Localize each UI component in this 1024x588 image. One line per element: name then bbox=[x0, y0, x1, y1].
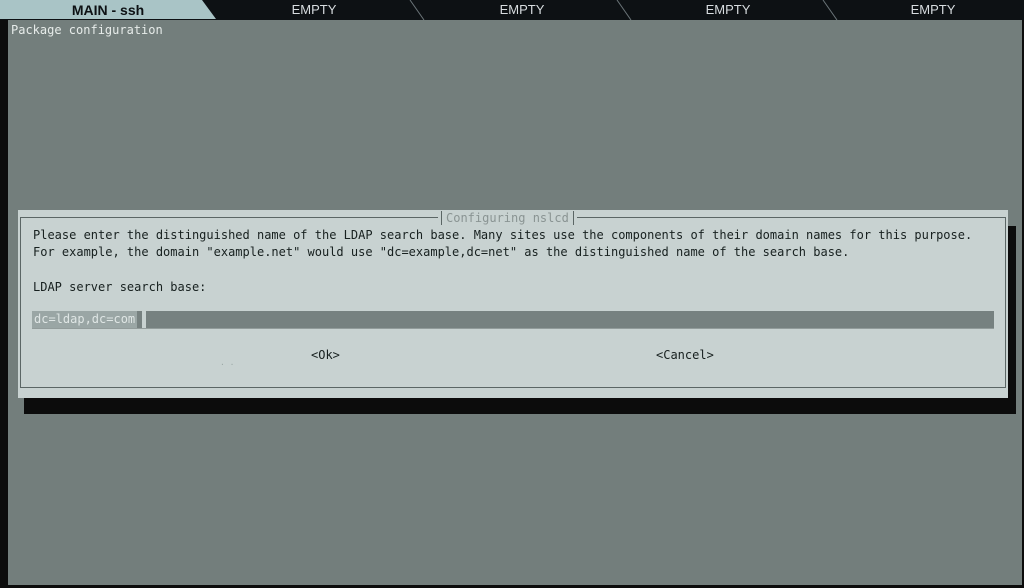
screen-title: Package configuration bbox=[11, 23, 163, 37]
dialog-frame bbox=[20, 217, 1006, 388]
tab-bar: MAIN - ssh EMPTY EMPTY EMPTY EMPTY bbox=[0, 0, 1024, 20]
ok-button[interactable]: <Ok> bbox=[311, 348, 340, 362]
tab-separators bbox=[409, 0, 838, 20]
cancel-button[interactable]: <Cancel> bbox=[656, 348, 714, 362]
dialog-title-bar: Configuring nslcd bbox=[438, 210, 577, 226]
input-underline bbox=[32, 328, 994, 329]
config-dialog: Configuring nslcd Please enter the disti… bbox=[18, 210, 1008, 398]
terminal-left-edge bbox=[0, 20, 8, 588]
search-base-input[interactable]: dc=ldap,dc=com bbox=[32, 311, 994, 328]
text-cursor bbox=[142, 311, 146, 328]
dialog-description-line-2: For example, the domain "example.net" wo… bbox=[33, 245, 850, 259]
search-base-value: dc=ldap,dc=com bbox=[32, 311, 138, 328]
dialog-artifact: . . bbox=[220, 358, 235, 367]
search-base-prompt: LDAP server search base: bbox=[33, 280, 207, 294]
dialog-description-line-1: Please enter the distinguished name of t… bbox=[33, 228, 973, 242]
dialog-title: Configuring nslcd bbox=[446, 211, 569, 225]
